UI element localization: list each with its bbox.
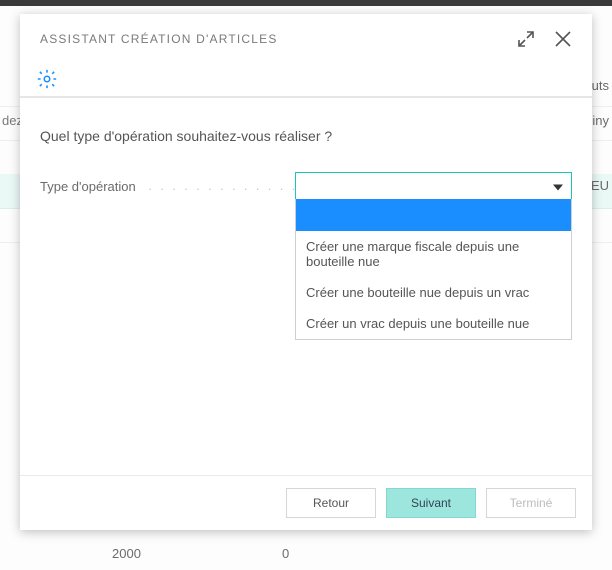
next-button[interactable]: Suivant [386, 488, 476, 518]
caret-down-icon [553, 179, 563, 194]
modal-title: ASSISTANT CRÉATION D'ARTICLES [40, 32, 278, 46]
dropdown-option-1[interactable]: Créer une marque fiscale depuis une bout… [296, 231, 571, 277]
operation-type-dropdown: Créer une marque fiscale depuis une bout… [295, 199, 572, 340]
modal-header: ASSISTANT CRÉATION D'ARTICLES [20, 14, 592, 64]
header-icon-group [516, 29, 572, 49]
dropdown-option-2[interactable]: Créer une bouteille nue depuis un vrac [296, 277, 571, 308]
operation-type-select-wrap: Créer une marque fiscale depuis une bout… [295, 172, 572, 200]
expand-icon[interactable] [516, 29, 536, 49]
wizard-question: Quel type d'opération souhaitez-vous réa… [40, 128, 572, 144]
dropdown-option-3[interactable]: Créer un vrac depuis une bouteille nue [296, 308, 571, 339]
dropdown-option-blank[interactable] [296, 199, 571, 231]
modal-footer: Retour Suivant Terminé [20, 475, 592, 530]
close-icon[interactable] [554, 30, 572, 48]
back-button[interactable]: Retour [286, 488, 376, 518]
operation-type-label: Type d'opération [40, 179, 295, 194]
modal-body: Quel type d'opération souhaitez-vous réa… [20, 98, 592, 200]
gear-icon [36, 68, 58, 93]
operation-type-select[interactable] [295, 172, 572, 200]
step-indicator-row [20, 64, 592, 98]
wizard-modal: ASSISTANT CRÉATION D'ARTICLES [20, 14, 592, 530]
finish-button: Terminé [486, 488, 576, 518]
operation-type-row: Type d'opération Créer une marque fiscal… [40, 172, 572, 200]
